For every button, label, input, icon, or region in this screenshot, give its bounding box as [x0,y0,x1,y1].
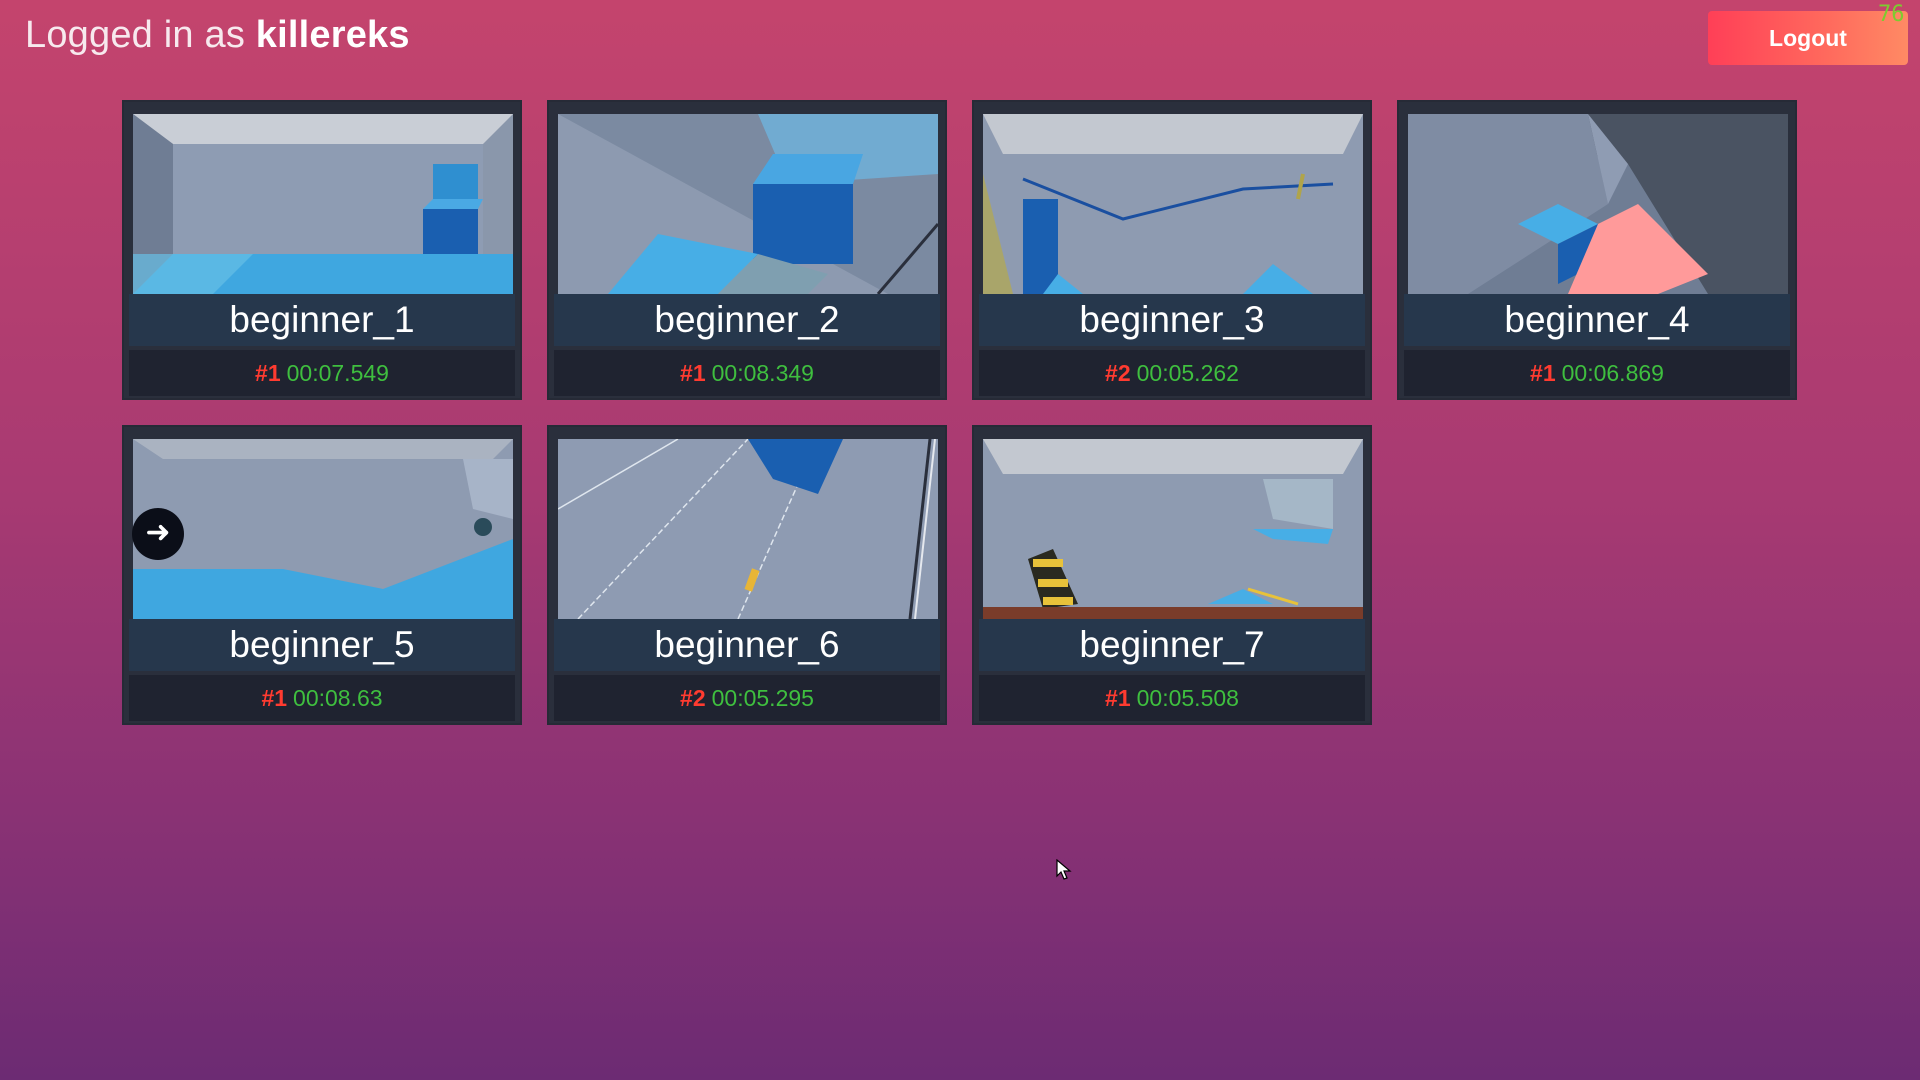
level-name: beginner_7 [979,619,1365,671]
level-card-beginner-4[interactable]: beginner_4 #1 00:06.869 [1397,100,1797,400]
level-score: #1 00:08.349 [554,350,940,396]
level-thumbnail [983,114,1363,294]
rank-label: #2 [1105,360,1131,386]
level-card-beginner-6[interactable]: beginner_6 #2 00:05.295 [547,425,947,725]
level-card-beginner-3[interactable]: beginner_3 #2 00:05.262 [972,100,1372,400]
level-name: beginner_4 [1404,294,1790,346]
login-prefix: Logged in as [25,14,256,56]
level-thumbnail [558,114,938,294]
level-name: beginner_3 [979,294,1365,346]
rank-label: #1 [1530,360,1556,386]
level-score: #1 00:05.508 [979,675,1365,721]
level-score: #2 00:05.295 [554,675,940,721]
level-thumbnail [983,439,1363,619]
best-time: 00:05.508 [1136,685,1239,711]
level-score: #1 00:07.549 [129,350,515,396]
level-thumbnail [558,439,938,619]
level-thumbnail [1408,114,1788,294]
level-name: beginner_5 [129,619,515,671]
best-time: 00:06.869 [1561,360,1664,386]
best-time: 00:05.295 [711,685,814,711]
rank-label: #2 [680,685,706,711]
level-score: #1 00:06.869 [1404,350,1790,396]
level-card-beginner-2[interactable]: beginner_2 #1 00:08.349 [547,100,947,400]
rank-label: #1 [255,360,281,386]
level-name: beginner_2 [554,294,940,346]
level-thumbnail [133,114,513,294]
best-time: 00:07.549 [286,360,389,386]
level-grid: beginner_1 #1 00:07.549 beginner_2 #1 00:0… [122,100,1802,725]
level-score: #1 00:08.63 [129,675,515,721]
level-card-beginner-7[interactable]: beginner_7 #1 00:05.508 [972,425,1372,725]
level-card-beginner-5[interactable]: beginner_5 #1 00:08.63 [122,425,522,725]
best-time: 00:08.63 [293,685,383,711]
best-time: 00:05.262 [1136,360,1239,386]
level-score: #2 00:05.262 [979,350,1365,396]
username: killereks [255,14,410,56]
level-thumbnail [133,439,513,619]
level-name: beginner_1 [129,294,515,346]
best-time: 00:08.349 [711,360,814,386]
rank-label: #1 [680,360,706,386]
rank-label: #1 [261,685,288,711]
level-card-beginner-1[interactable]: beginner_1 #1 00:07.549 [122,100,522,400]
fps-counter: 76 [1878,2,1905,27]
rank-label: #1 [1105,685,1131,711]
arrow-right-icon[interactable]: ➜ [132,508,184,560]
level-name: beginner_6 [554,619,940,671]
mouse-cursor-icon [1056,859,1072,880]
login-status: Logged in as killereks [25,14,410,57]
